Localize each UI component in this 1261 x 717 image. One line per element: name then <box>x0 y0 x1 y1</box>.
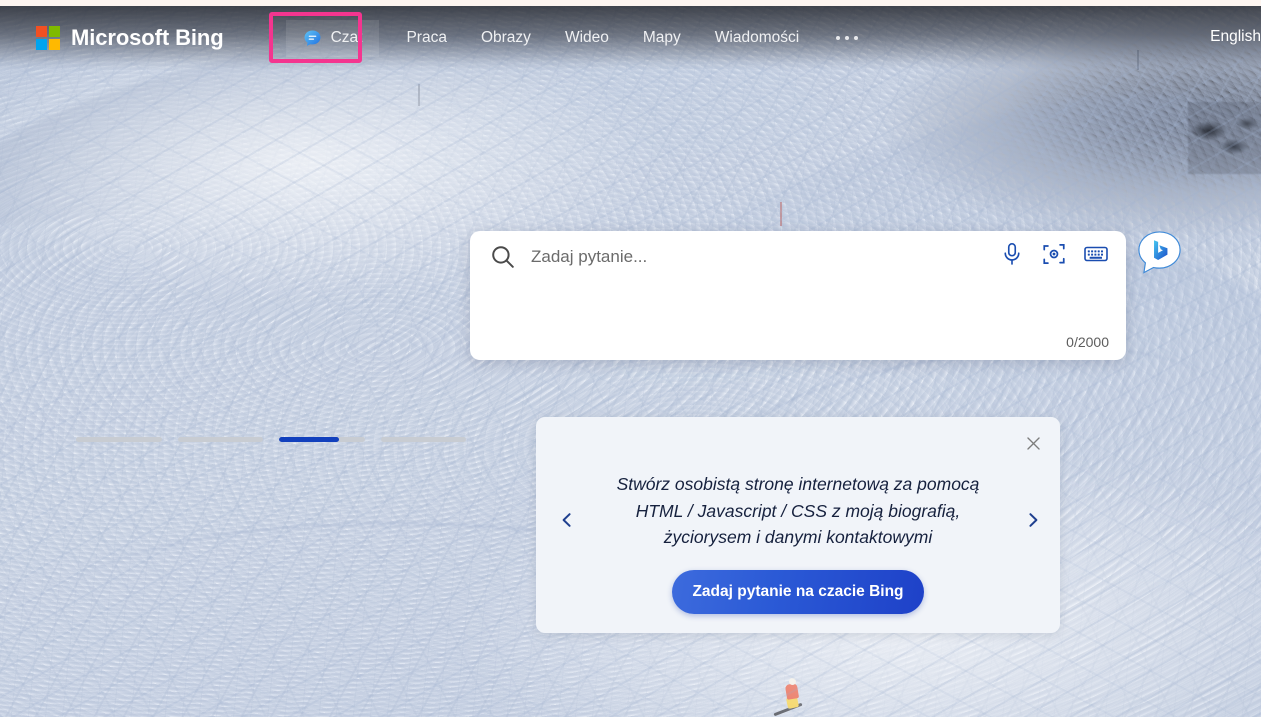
close-icon[interactable] <box>1019 429 1047 457</box>
rock-outcrop <box>1188 102 1261 174</box>
keyboard-icon[interactable] <box>1083 241 1109 267</box>
progress-segment[interactable] <box>380 437 466 442</box>
nav-item-praca[interactable]: Praca <box>389 20 464 56</box>
progress-segment-active[interactable] <box>279 437 365 442</box>
nav-item-label: Czat <box>330 29 363 46</box>
prompt-line-1: Stwórz osobistą stronę internetową za po… <box>616 474 980 494</box>
search-action-buttons <box>999 241 1109 267</box>
suggestion-prompt-text: Stwórz osobistą stronę internetową za po… <box>614 471 982 551</box>
chevron-left-icon[interactable] <box>550 503 584 537</box>
skier-helmet <box>789 678 796 685</box>
nav-item-wiadomosci[interactable]: Wiadomości <box>698 20 816 56</box>
prompt-line-2: HTML / Javascript / CSS z moją biografią… <box>635 500 961 521</box>
bing-homepage: Microsoft Bing Czat Praca Obrazy Wideo M… <box>0 0 1261 717</box>
nav-item-label: Praca <box>406 29 447 46</box>
nav-item-mapy[interactable]: Mapy <box>626 20 698 56</box>
suggestion-card: Stwórz osobistą stronę internetową za po… <box>536 417 1060 633</box>
microphone-icon[interactable] <box>999 241 1025 267</box>
progress-segment[interactable] <box>177 437 263 442</box>
language-selector[interactable]: English <box>1210 28 1261 46</box>
brand-name: Microsoft Bing <box>71 25 224 50</box>
chat-bubble-icon <box>304 30 321 46</box>
skier-pants <box>785 695 800 710</box>
slope-marker-pole <box>780 202 782 226</box>
skier-figure <box>773 678 805 717</box>
slope-marker-pole <box>418 84 420 106</box>
search-icon <box>492 246 514 268</box>
site-header: Microsoft Bing Czat Praca Obrazy Wideo M… <box>0 6 1261 70</box>
microsoft-logo-icon <box>36 26 60 50</box>
nav-item-label: Mapy <box>642 29 681 46</box>
nav-item-wideo[interactable]: Wideo <box>548 20 626 56</box>
nav-item-label: Wideo <box>564 29 609 46</box>
visual-search-camera-icon[interactable] <box>1041 241 1067 267</box>
nav-item-obrazy[interactable]: Obrazy <box>464 20 548 56</box>
skis <box>773 702 803 717</box>
brand-logo-area[interactable]: Microsoft Bing <box>36 25 224 51</box>
search-box: 0/2000 <box>470 231 1126 360</box>
character-counter: 0/2000 <box>1066 334 1109 350</box>
prompt-line-3: życiorysem i danymi kontaktowymi <box>663 527 933 547</box>
skier-jacket <box>784 683 800 700</box>
nav-item-label: Obrazy <box>480 29 531 46</box>
nav-item-czat[interactable]: Czat <box>285 19 380 57</box>
progress-segment[interactable] <box>76 437 162 442</box>
main-navigation: Czat Praca Obrazy Wideo Mapy Wiadomości <box>285 19 877 57</box>
ellipsis-icon[interactable] <box>818 24 876 52</box>
ask-bing-chat-button[interactable]: Zadaj pytanie na czacie Bing <box>672 570 924 614</box>
chevron-right-icon[interactable] <box>1016 503 1050 537</box>
top-browser-strip <box>0 0 1261 6</box>
bing-chat-bubble-icon[interactable] <box>1135 229 1184 278</box>
carousel-progress <box>76 437 466 442</box>
nav-item-label: Wiadomości <box>714 29 800 46</box>
